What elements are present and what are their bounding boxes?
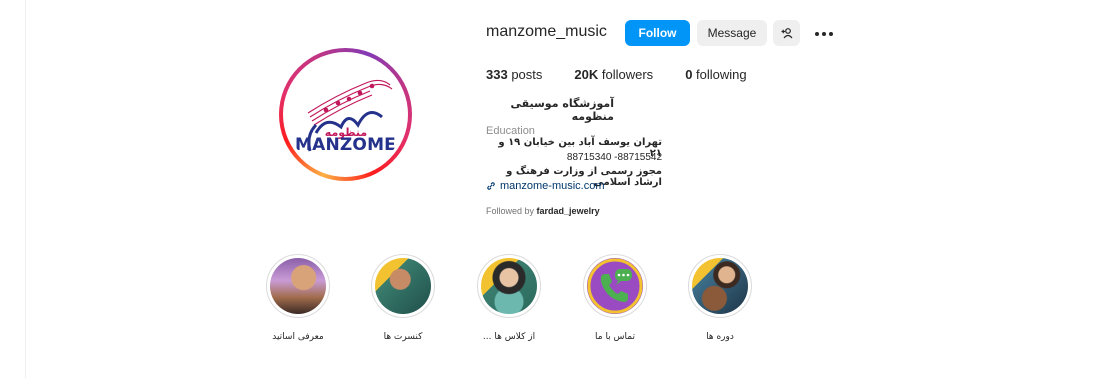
follow-button[interactable]: Follow (625, 20, 690, 46)
more-options-icon[interactable] (813, 26, 835, 40)
following-stat[interactable]: 0 following (685, 67, 746, 82)
logo-text: MANZOME (294, 135, 396, 155)
highlight-cover (692, 258, 748, 314)
profile-username: manzome_music (486, 23, 607, 40)
profile-category: Education (486, 125, 535, 137)
message-button[interactable]: Message (697, 20, 767, 46)
followed-by[interactable]: Followed by fardad_jewelry (486, 206, 600, 216)
highlight-cover (587, 258, 643, 314)
whatsapp-icon (587, 258, 643, 314)
highlight-cover (375, 258, 431, 314)
website-link[interactable]: manzome-music.com (486, 180, 605, 192)
bio-phone: 88715340 -88715542 (566, 152, 662, 163)
suggest-users-button[interactable] (773, 20, 800, 46)
profile-stats: 333 posts 20K followers 0 following (486, 67, 779, 82)
posts-stat[interactable]: 333 posts (486, 67, 542, 82)
left-divider (25, 0, 26, 378)
link-icon (487, 182, 495, 190)
profile-full-name: آموزشگاه موسیقی منظومه (510, 97, 614, 123)
avatar-logo: منظومه MANZOME (286, 55, 405, 174)
profile-avatar[interactable]: منظومه MANZOME (279, 48, 412, 181)
highlight-cover (270, 258, 326, 314)
followers-stat[interactable]: 20K followers (574, 67, 653, 82)
add-user-icon (781, 28, 792, 39)
music-staff-icon: منظومه (307, 79, 393, 152)
highlight-cover (481, 258, 537, 314)
